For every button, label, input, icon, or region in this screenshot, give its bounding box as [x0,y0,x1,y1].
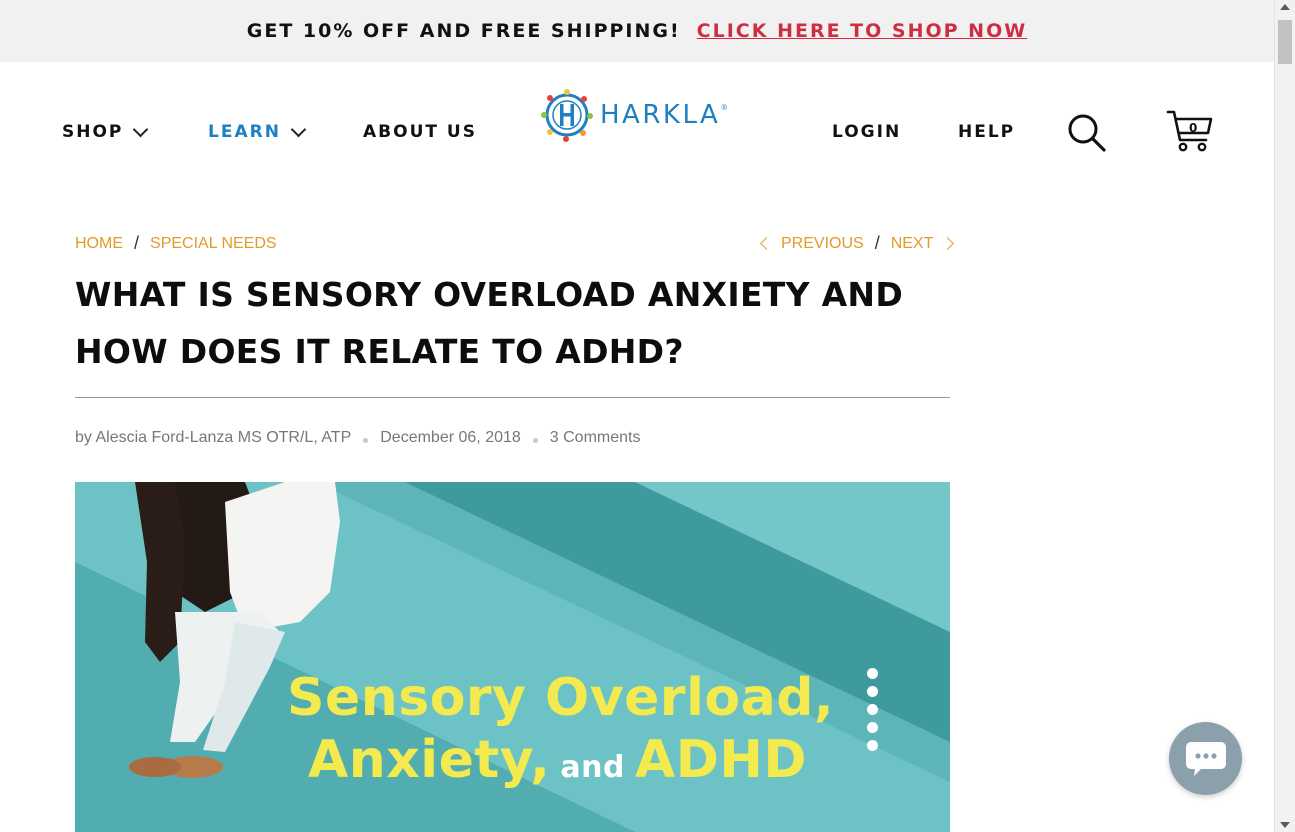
previous-link[interactable]: PREVIOUS [760,234,864,253]
chevron-left-icon [760,237,773,250]
chat-widget-button[interactable] [1169,722,1242,795]
title-divider [75,397,950,398]
cart-button[interactable]: 0 [1166,108,1214,154]
article-title: WHAT IS SENSORY OVERLOAD ANXIETY AND HOW… [75,275,904,371]
meta-separator-dot [363,437,369,443]
search-button[interactable] [1066,112,1108,159]
hero-word-anxiety: Anxiety, [308,730,551,790]
nav-shop[interactable]: SHOP [62,121,149,142]
hero-headline-line1: Sensory Overload, [287,668,835,728]
nav-about-us[interactable]: ABOUT US [363,122,477,142]
nav-learn[interactable]: LEARN [208,121,307,142]
nav-login-label: LOGIN [832,122,902,142]
logo-registered: ® [721,102,728,112]
nav-login[interactable]: LOGIN [832,122,901,142]
article-author: by Alescia Ford-Lanza MS OTR/L, ATP [75,429,352,446]
chat-icon [1185,741,1226,776]
promo-shop-link[interactable]: CLICK HERE TO SHOP NOW [697,20,1028,42]
scroll-down-arrow-icon[interactable] [1280,822,1290,828]
chevron-down-icon [290,121,307,137]
breadcrumb: HOME / SPECIAL NEEDS [75,233,277,254]
article-pager: PREVIOUS / NEXT [760,233,955,254]
hero-headline-line2: Anxiety, and ADHD [308,730,807,790]
harkla-logo[interactable]: HARKLA ® [538,86,727,144]
previous-label: PREVIOUS [781,234,864,252]
breadcrumb-special-needs[interactable]: SPECIAL NEEDS [150,235,277,253]
next-link[interactable]: NEXT [890,234,955,253]
hero-decorative-dots [867,668,878,751]
hero-word-and: and [560,750,625,785]
nav-help[interactable]: HELP [958,122,1015,142]
nav-help-label: HELP [958,122,1016,142]
scroll-up-arrow-icon[interactable] [1280,4,1290,10]
promo-bar: GET 10% OFF AND FREE SHIPPING! CLICK HER… [0,0,1274,62]
scrollbar-thumb[interactable] [1278,20,1292,64]
breadcrumb-home[interactable]: HOME [75,235,123,253]
nav-learn-label: LEARN [208,122,281,142]
pager-separator: / [874,233,880,253]
article-date: December 06, 2018 [380,429,521,446]
search-icon [1068,114,1106,152]
logo-mark-icon [541,89,593,142]
page-scrollbar[interactable] [1274,0,1295,832]
article-comments-link[interactable]: 3 Comments [550,429,641,447]
nav-about-label: ABOUT US [363,122,477,142]
article-meta: by Alescia Ford-Lanza MS OTR/L, ATP Dece… [75,429,640,447]
meta-separator-dot [532,437,538,443]
hero-word-adhd: ADHD [634,730,808,790]
logo-wordmark: HARKLA [600,100,721,130]
next-label: NEXT [890,234,934,252]
chevron-down-icon [133,121,149,137]
article-hero-image: Sensory Overload, Anxiety, and ADHD [75,482,950,832]
breadcrumb-separator: / [134,233,140,253]
promo-text: GET 10% OFF AND FREE SHIPPING! [246,20,681,42]
chevron-right-icon [941,237,955,250]
cart-count: 0 [1189,121,1198,135]
nav-shop-label: SHOP [62,122,124,142]
